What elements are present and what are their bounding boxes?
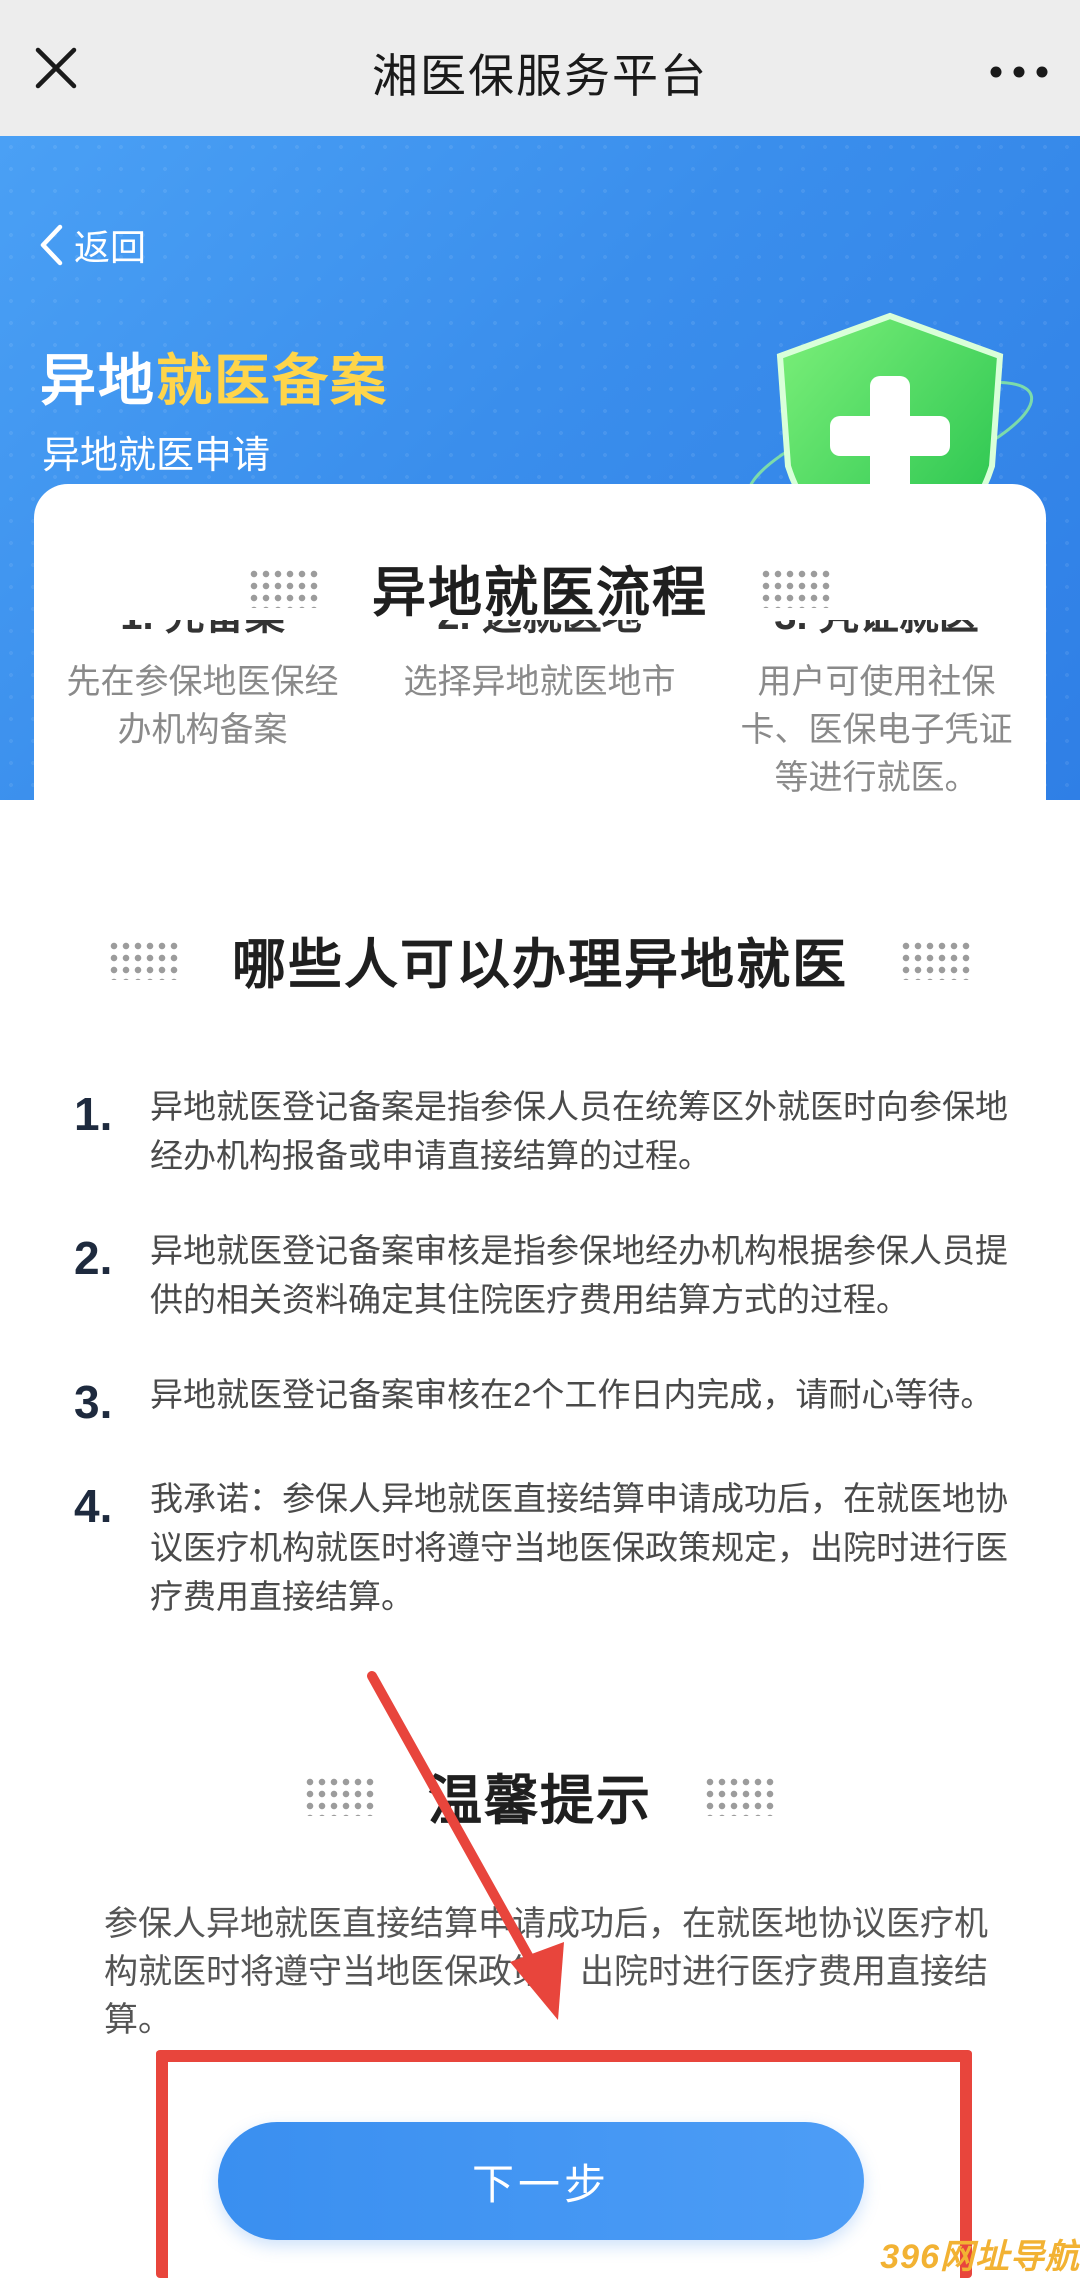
dot-grid-decoration xyxy=(760,567,832,608)
list-item-text: 异地就医登记备案审核在2个工作日内完成，请耐心等待。 xyxy=(150,1376,994,1413)
watermark: 396网址导航 xyxy=(880,2238,1080,2276)
hero-title-accent: 就医备案 xyxy=(156,349,388,412)
step-heading: 1. 先备案 xyxy=(120,620,284,638)
list-item: 4. 我承诺：参保人异地就医直接结算申请成功后，在就医地协议医疗机构就医时将遵守… xyxy=(74,1474,1034,1621)
list-item: 3. 异地就医登记备案审核在2个工作日内完成，请耐心等待。 xyxy=(74,1370,1034,1428)
step-text: 用户可使用社保卡、医保电子凭证等进行就医。 xyxy=(740,663,1013,797)
dot-grid-decoration xyxy=(248,567,320,608)
list-item-text: 异地就医登记备案审核是指参保地经办机构根据参保人员提供的相关资料确定其住院医疗费… xyxy=(150,1232,1008,1318)
step-heading: 2. 选就医地 xyxy=(437,620,641,638)
hero-title-part1: 异地 xyxy=(40,349,156,412)
list-item: 1. 异地就医登记备案是指参保人员在统筹区外就医时向参保地经办机构报备或申请直接… xyxy=(74,1082,1034,1180)
dot-grid-decoration xyxy=(704,1775,776,1816)
list-item-number: 2. xyxy=(74,1232,113,1284)
title-bar: 湘医保服务平台 xyxy=(0,0,1080,136)
process-title: 异地就医流程 xyxy=(372,563,708,623)
list-item-text: 异地就医登记备案是指参保人员在统筹区外就医时向参保地经办机构报备或申请直接结算的… xyxy=(150,1088,1008,1174)
back-button[interactable]: 返回 xyxy=(38,220,146,270)
process-title-row: 异地就医流程 xyxy=(0,548,1080,627)
list-item-number: 3. xyxy=(74,1376,113,1428)
step-heading: 3. 凭证就医 xyxy=(774,620,978,638)
hero-title: 异地就医备案 xyxy=(40,336,388,417)
step-text: 先在参保地医保经办机构备案 xyxy=(66,663,339,749)
page-title: 湘医保服务平台 xyxy=(372,50,708,102)
list-item-number: 4. xyxy=(74,1480,113,1532)
who-list: 1. 异地就医登记备案是指参保人员在统筹区外就医时向参保地经办机构报备或申请直接… xyxy=(74,1082,1034,1667)
hero-subtitle: 异地就医申请 xyxy=(42,435,271,477)
dot-grid-decoration xyxy=(900,939,972,980)
chevron-left-icon xyxy=(40,224,63,266)
list-item-number: 1. xyxy=(74,1088,113,1140)
back-label: 返回 xyxy=(74,227,147,268)
who-title-row: 哪些人可以办理异地就医 xyxy=(0,920,1080,999)
dot-grid-decoration xyxy=(108,939,180,980)
process-step: 3. 凭证就医 用户可使用社保卡、医保电子凭证等进行就医。 xyxy=(708,620,1045,802)
process-step: 2. 选就医地 选择异地就医地市 xyxy=(371,620,708,802)
list-item-text: 我承诺：参保人异地就医直接结算申请成功后，在就医地协议医疗机构就医时将遵守当地医… xyxy=(150,1480,1008,1615)
list-item: 2. 异地就医登记备案审核是指参保地经办机构根据参保人员提供的相关资料确定其住院… xyxy=(74,1226,1034,1324)
who-title: 哪些人可以办理异地就医 xyxy=(232,935,848,995)
process-steps: 1. 先备案 先在参保地医保经办机构备案 2. 选就医地 选择异地就医地市 3.… xyxy=(34,620,1046,802)
red-box-annotation xyxy=(156,2050,972,2278)
step-text: 选择异地就医地市 xyxy=(403,663,676,701)
process-step: 1. 先备案 先在参保地医保经办机构备案 xyxy=(34,620,371,802)
more-dots-icon[interactable] xyxy=(984,40,1054,100)
red-arrow-annotation xyxy=(367,1671,564,2020)
